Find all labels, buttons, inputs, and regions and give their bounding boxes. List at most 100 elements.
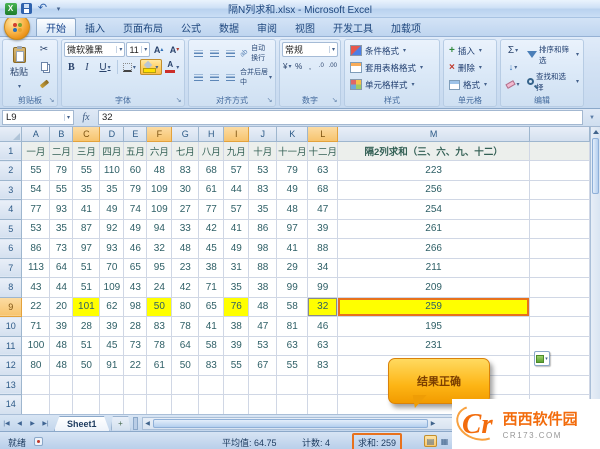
- cell-J6[interactable]: 98: [248, 238, 278, 259]
- formula-input[interactable]: 32: [98, 110, 583, 125]
- cell-J5[interactable]: 86: [248, 219, 278, 239]
- cut-button[interactable]: ✂: [35, 42, 53, 57]
- cell-A11[interactable]: 100: [21, 336, 51, 356]
- row-header-7[interactable]: 7: [0, 258, 23, 278]
- cell-D4[interactable]: 49: [99, 199, 125, 220]
- cell-B9[interactable]: 20: [49, 297, 74, 317]
- cell-J1[interactable]: 十月: [248, 141, 278, 161]
- italic-button[interactable]: I: [80, 59, 95, 75]
- cell-B7[interactable]: 64: [49, 258, 74, 278]
- cell-H3[interactable]: 61: [198, 180, 225, 200]
- ribbon-tab-8[interactable]: 加载项: [382, 18, 430, 36]
- merge-center-button[interactable]: 合并后居中: [239, 66, 273, 88]
- cell-F2[interactable]: 48: [146, 160, 173, 181]
- cell-F7[interactable]: 95: [146, 258, 173, 278]
- cell-B11[interactable]: 48: [49, 336, 74, 356]
- cell-H9[interactable]: 65: [198, 297, 225, 317]
- number-format-combo[interactable]: 常规 ▾: [282, 42, 338, 57]
- cell-M8[interactable]: 209: [337, 277, 531, 298]
- cell-G9[interactable]: 80: [171, 297, 200, 317]
- cell-J14[interactable]: [248, 394, 278, 414]
- insert-function-button[interactable]: fx: [77, 110, 95, 125]
- cell-D11[interactable]: 45: [99, 336, 125, 356]
- cell-E8[interactable]: 43: [123, 277, 148, 298]
- cell-L6[interactable]: 88: [307, 238, 339, 259]
- row-header-8[interactable]: 8: [0, 277, 23, 298]
- scroll-left-icon[interactable]: ◀: [143, 420, 153, 427]
- cell-B2[interactable]: 79: [49, 160, 74, 181]
- cell-M3[interactable]: 256: [337, 180, 531, 200]
- cell-G13[interactable]: [171, 375, 200, 395]
- cell-G12[interactable]: 50: [171, 355, 200, 376]
- sheet-tab-0[interactable]: Sheet1: [54, 416, 110, 431]
- cell-K6[interactable]: 41: [276, 238, 309, 259]
- cell-C11[interactable]: 51: [72, 336, 101, 356]
- cell-F6[interactable]: 32: [146, 238, 173, 259]
- cell-H8[interactable]: 71: [198, 277, 225, 298]
- cell-F11[interactable]: 78: [146, 336, 173, 356]
- cell-L5[interactable]: 39: [307, 219, 339, 239]
- cell-G5[interactable]: 33: [171, 219, 200, 239]
- cell-I1[interactable]: 九月: [223, 141, 250, 161]
- cell-H5[interactable]: 42: [198, 219, 225, 239]
- cell-G7[interactable]: 23: [171, 258, 200, 278]
- clipboard-dialog-launcher[interactable]: [47, 96, 56, 105]
- fill-color-button[interactable]: [140, 59, 162, 75]
- column-header-F[interactable]: F: [146, 127, 173, 142]
- cell-I2[interactable]: 57: [223, 160, 250, 181]
- column-header-K[interactable]: K: [276, 127, 309, 142]
- cell-C7[interactable]: 51: [72, 258, 101, 278]
- cell-B8[interactable]: 44: [49, 277, 74, 298]
- cell-K7[interactable]: 29: [276, 258, 309, 278]
- cell-C3[interactable]: 35: [72, 180, 101, 200]
- cell-G6[interactable]: 48: [171, 238, 200, 259]
- cell-F13[interactable]: [146, 375, 173, 395]
- cell-G11[interactable]: 64: [171, 336, 200, 356]
- cell-H1[interactable]: 八月: [198, 141, 225, 161]
- cell-J7[interactable]: 88: [248, 258, 278, 278]
- cell-A13[interactable]: [21, 375, 51, 395]
- cell-J9[interactable]: 48: [248, 297, 278, 317]
- find-select-button[interactable]: 查找和选择: [525, 69, 581, 94]
- cell-K13[interactable]: [276, 375, 309, 395]
- cell-H11[interactable]: 58: [198, 336, 225, 356]
- cell-E10[interactable]: 28: [123, 316, 148, 337]
- column-header-C[interactable]: C: [72, 127, 101, 142]
- underline-button[interactable]: U: [95, 59, 114, 75]
- cell-C5[interactable]: 87: [72, 219, 101, 239]
- cell-J2[interactable]: 53: [248, 160, 278, 181]
- cell-A14[interactable]: [21, 394, 51, 414]
- cell-C2[interactable]: 55: [72, 160, 101, 181]
- cell-after-M-5[interactable]: [529, 219, 590, 239]
- cell-F12[interactable]: 61: [146, 355, 173, 376]
- cell-D14[interactable]: [99, 394, 125, 414]
- cell-C8[interactable]: 51: [72, 277, 101, 298]
- horizontal-scroll-thumb[interactable]: [152, 418, 429, 428]
- cell-F4[interactable]: 109: [146, 199, 173, 220]
- autosum-button[interactable]: Σ: [503, 42, 523, 58]
- ribbon-tab-1[interactable]: 插入: [76, 18, 114, 36]
- ribbon-tab-7[interactable]: 开发工具: [324, 18, 382, 36]
- cell-M2[interactable]: 223: [337, 160, 531, 181]
- cell-E5[interactable]: 49: [123, 219, 148, 239]
- cell-F8[interactable]: 24: [146, 277, 173, 298]
- align-right-button[interactable]: [223, 71, 238, 84]
- undo-icon[interactable]: ↶: [36, 2, 49, 15]
- cell-J10[interactable]: 47: [248, 316, 278, 337]
- cell-G4[interactable]: 27: [171, 199, 200, 220]
- select-all-corner[interactable]: [0, 127, 23, 142]
- cell-K5[interactable]: 97: [276, 219, 309, 239]
- cell-after-M-7[interactable]: [529, 258, 590, 278]
- cell-J12[interactable]: 67: [248, 355, 278, 376]
- font-dialog-launcher[interactable]: [174, 96, 183, 105]
- cell-I13[interactable]: [223, 375, 250, 395]
- scroll-up-icon[interactable]: [591, 127, 600, 137]
- column-header-E[interactable]: E: [123, 127, 148, 142]
- row-header-4[interactable]: 4: [0, 199, 23, 220]
- align-middle-button[interactable]: [207, 47, 222, 60]
- cell-E9[interactable]: 98: [123, 297, 148, 317]
- cell-M11[interactable]: 231: [337, 336, 531, 356]
- cell-B5[interactable]: 35: [49, 219, 74, 239]
- paste-button[interactable]: 粘贴: [5, 42, 33, 94]
- row-header-11[interactable]: 11: [0, 336, 23, 356]
